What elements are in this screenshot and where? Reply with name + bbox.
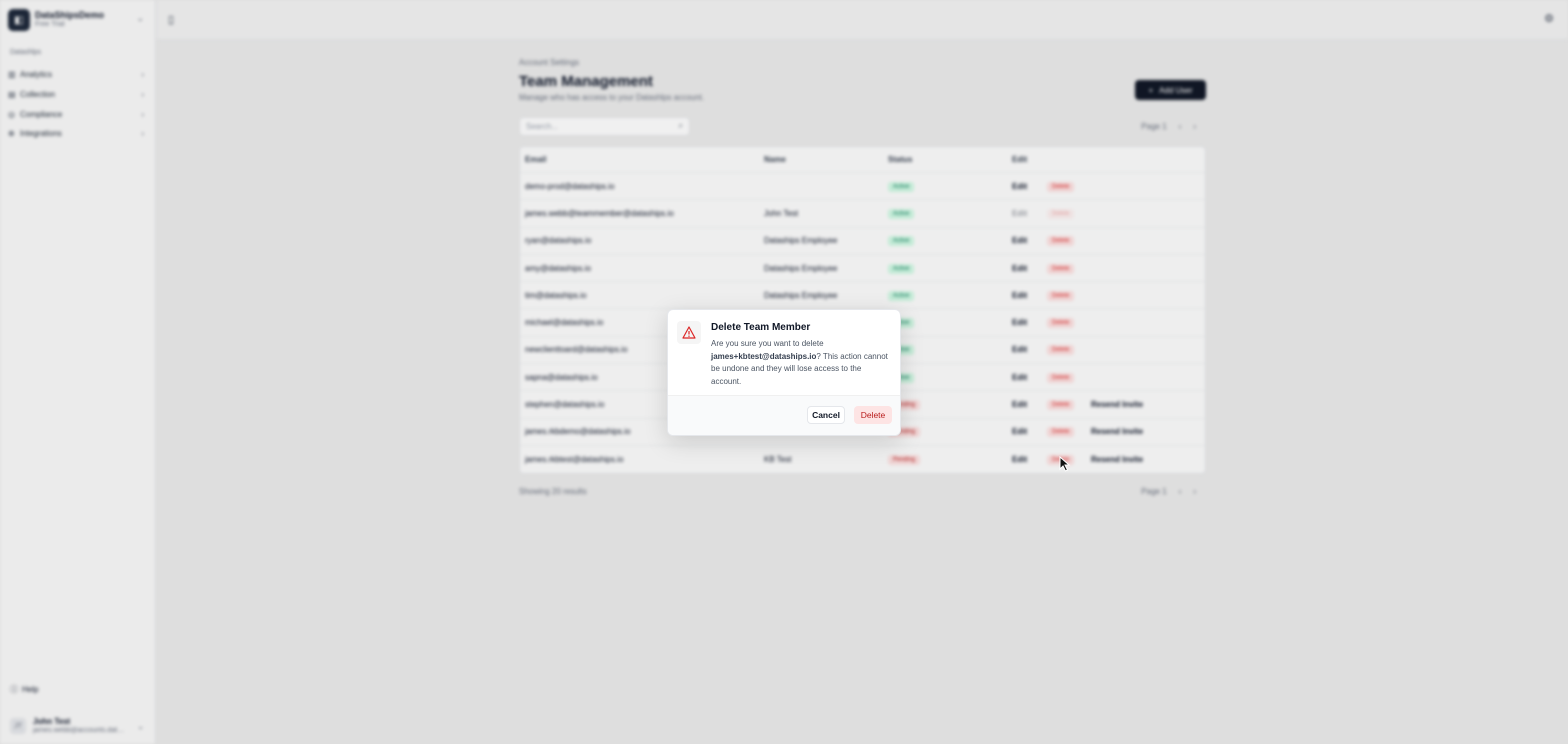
mouse-cursor-icon [1059,456,1071,472]
dialog-message-prefix: Are you sure you want to delete [711,339,824,348]
dialog-member-email: james+kbtest@dataships.io [711,351,817,361]
cancel-button[interactable]: Cancel [807,406,845,424]
confirm-delete-button[interactable]: Delete [854,406,892,424]
warning-icon [677,321,701,344]
delete-member-dialog: Delete Team Member Are you sure you want… [667,309,901,436]
dialog-footer: Cancel Delete [668,395,900,435]
dialog-title: Delete Team Member [711,322,811,333]
dialog-message: Are you sure you want to delete james+kb… [711,338,893,388]
